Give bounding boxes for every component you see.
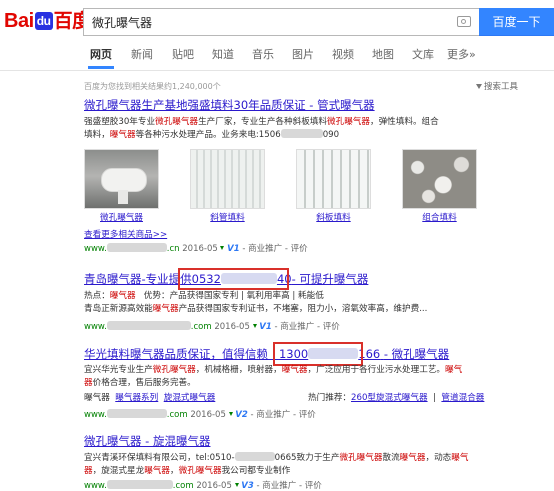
tab-zhidao[interactable]: 知道 bbox=[212, 47, 234, 63]
filter-icon bbox=[476, 84, 482, 89]
result-1-snippet: 强盛塑胶30年专业微孔曝气器生产厂家，专业生产各种斜板填料微孔曝气器，弹性填料。… bbox=[84, 117, 439, 140]
search-tools[interactable]: 搜索工具 bbox=[476, 80, 518, 92]
baidu-logo[interactable]: Bai du 百度 bbox=[4, 9, 91, 34]
more-products-link[interactable]: 查看更多相关商品>> bbox=[84, 228, 167, 240]
v-badge: V3 bbox=[241, 481, 254, 491]
dropdown-icon[interactable] bbox=[234, 483, 239, 487]
result-4-url[interactable]: www. .com 2016-05 V3 - 商业推广 - 评价 bbox=[84, 479, 322, 491]
product-image[interactable] bbox=[296, 149, 371, 209]
result-3-title[interactable]: 华光填料曝气器品质保证，值得信赖 1300 166 - 微孔曝气器 bbox=[84, 346, 449, 362]
result-1-title[interactable]: 微孔曝气器生产基地强盛填料30年品质保证 - 管式曝气器 bbox=[84, 97, 375, 113]
dropdown-icon[interactable] bbox=[228, 412, 233, 416]
product-card[interactable]: 斜管填料 bbox=[190, 149, 265, 223]
active-tab-indicator bbox=[88, 66, 114, 69]
result-4-snippet: 宜兴青溪环保填料有限公司，tel:0510- 0665致力于生产微孔曝气器散流曝气… bbox=[84, 452, 469, 476]
tab-map[interactable]: 地图 bbox=[372, 47, 394, 63]
sublink[interactable]: 管道混合器 bbox=[441, 393, 484, 403]
result-3-sublinks: 曝气器 曝气器系列 旋混式曝气器 热门推荐：260型旋混式曝气器 | 管道混合器 bbox=[84, 393, 485, 403]
search-button[interactable]: 百度一下 bbox=[479, 8, 554, 36]
dropdown-icon[interactable] bbox=[220, 246, 225, 250]
tab-music[interactable]: 音乐 bbox=[252, 47, 274, 63]
highlight-box bbox=[273, 342, 363, 366]
result-2-snippet: 热点：曝气器 优势：产品获得国家专利 | 氧利用率高 | 耗能低 青岛正新源高效… bbox=[84, 291, 428, 314]
tab-video[interactable]: 视频 bbox=[332, 47, 354, 63]
nav-tabs: 网页 新闻 贴吧 知道 音乐 图片 视频 地图 文库 更多» bbox=[0, 44, 554, 71]
sublink[interactable]: 260型旋混式曝气器 bbox=[351, 393, 428, 403]
v-badge: V1 bbox=[259, 322, 272, 332]
paw-icon: du bbox=[34, 12, 53, 30]
dropdown-icon[interactable] bbox=[252, 324, 257, 328]
product-card[interactable]: 组合填料 bbox=[402, 149, 477, 223]
product-image[interactable] bbox=[402, 149, 477, 209]
sublink[interactable]: 旋混式曝气器 bbox=[164, 393, 216, 403]
top-bar: Baidu百度 百度一下 bbox=[0, 0, 554, 44]
result-4-title[interactable]: 微孔曝气器 - 旋混曝气器 bbox=[84, 433, 210, 449]
tab-tieba[interactable]: 贴吧 bbox=[172, 47, 194, 63]
v-badge: V2 bbox=[235, 410, 248, 420]
result-1-url[interactable]: www. .cn 2016-05 V1 - 商业推广 - 评价 bbox=[84, 242, 308, 254]
sublink[interactable]: 曝气器系列 bbox=[115, 393, 158, 403]
product-image[interactable] bbox=[190, 149, 265, 209]
highlight-box bbox=[178, 268, 289, 290]
v-badge: V1 bbox=[227, 244, 240, 254]
tab-web[interactable]: 网页 bbox=[90, 47, 112, 63]
camera-icon[interactable] bbox=[457, 16, 471, 27]
product-card[interactable]: 斜板填料 bbox=[296, 149, 371, 223]
tab-news[interactable]: 新闻 bbox=[131, 47, 153, 63]
product-image[interactable] bbox=[84, 149, 159, 209]
tab-images[interactable]: 图片 bbox=[292, 47, 314, 63]
search-input[interactable] bbox=[84, 9, 452, 35]
result-3-snippet: 宜兴华光专业生产微孔曝气器，机械格栅，喷射器，曝气器，广泛应用于各行业污水处理工… bbox=[84, 365, 463, 388]
blurred-phone bbox=[280, 129, 323, 138]
product-card[interactable]: 微孔曝气器 bbox=[84, 149, 159, 223]
result-3-url[interactable]: www. .com 2016-05 V2 - 商业推广 - 评价 bbox=[84, 408, 316, 420]
product-images: 微孔曝气器 斜管填料 斜板填料 组合填料 bbox=[84, 149, 484, 229]
search-box bbox=[83, 8, 479, 36]
tab-more[interactable]: 更多» bbox=[447, 47, 476, 63]
tab-wenku[interactable]: 文库 bbox=[412, 47, 434, 63]
result-count: 百度为您找到相关结果约1,240,000个 bbox=[84, 82, 221, 91]
result-2-url[interactable]: www. .com 2016-05 V1 - 商业推广 - 评价 bbox=[84, 320, 340, 332]
